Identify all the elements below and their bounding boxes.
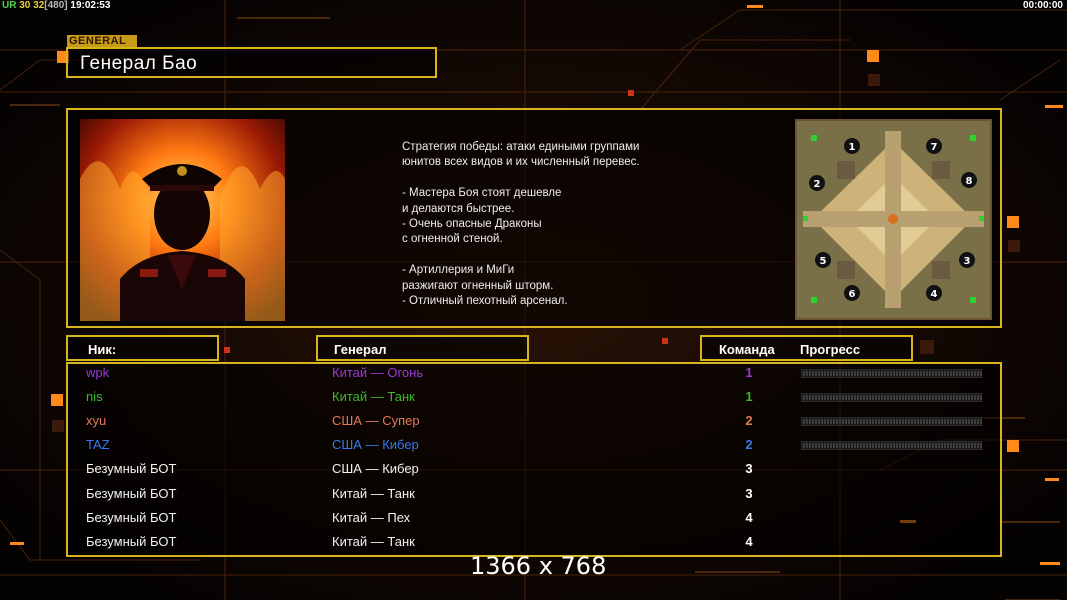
player-row: wpk Китай — Огонь 1 bbox=[66, 365, 1002, 389]
map-slot-3: 3 bbox=[964, 256, 971, 267]
player-general: Китай — Огонь bbox=[332, 365, 424, 380]
player-team: 1 bbox=[745, 365, 753, 380]
player-team: 4 bbox=[745, 509, 753, 525]
map-slot-4: 4 bbox=[931, 289, 938, 300]
player-nick: Безумный БОТ bbox=[86, 461, 177, 477]
player-nick: wpk bbox=[86, 365, 110, 380]
progress-bar bbox=[801, 441, 982, 451]
player-team: 2 bbox=[745, 437, 753, 453]
progress-bar bbox=[801, 393, 982, 403]
hud-stats: UR 30 32[480] 19:02:53 bbox=[2, 0, 110, 11]
player-nick: Безумный БОТ bbox=[86, 509, 177, 525]
player-team: 3 bbox=[745, 461, 753, 477]
player-general: США — Кибер bbox=[332, 461, 419, 477]
header-general: Генерал bbox=[334, 342, 387, 357]
player-row: xyu США — Супер 2 bbox=[66, 413, 1002, 437]
map-slot-7: 7 bbox=[931, 142, 938, 153]
player-team: 2 bbox=[745, 413, 753, 429]
general-portrait bbox=[80, 119, 285, 321]
hud-stat-2: 32 bbox=[30, 0, 45, 11]
hud-stat-3: [480] bbox=[44, 0, 68, 11]
general-info-panel: Стратегия победы: атаки едиными группами… bbox=[66, 108, 1002, 328]
player-nick: Безумный БОТ bbox=[86, 485, 177, 501]
player-row: Безумный БОТ Китай — Танк 3 bbox=[66, 486, 1002, 510]
player-nick: Безумный БОТ bbox=[86, 533, 177, 549]
header-team-progress-box: Команда Прогресс bbox=[700, 335, 913, 361]
map-slot-2: 2 bbox=[814, 179, 821, 190]
general-description: Стратегия победы: атаки едиными группами… bbox=[402, 141, 640, 308]
player-general: Китай — Пех bbox=[332, 509, 411, 525]
player-general: Китай — Танк bbox=[332, 485, 415, 501]
player-team: 1 bbox=[745, 389, 753, 405]
player-team: 3 bbox=[745, 485, 753, 501]
player-nick: TAZ bbox=[86, 437, 110, 453]
header-general-box: Генерал bbox=[316, 335, 529, 361]
map-slot-8: 8 bbox=[966, 176, 973, 187]
player-team: 4 bbox=[745, 533, 753, 549]
player-general: США — Супер bbox=[332, 413, 420, 429]
player-general: Китай — Танк bbox=[332, 533, 415, 549]
map-slot-6: 6 bbox=[849, 289, 856, 300]
progress-bar bbox=[801, 369, 982, 378]
player-general: США — Кибер bbox=[332, 437, 419, 453]
general-title-box: Генерал Бао bbox=[66, 47, 437, 78]
hud-stat-0: UR bbox=[2, 0, 17, 11]
game-timer: 00:00:00 bbox=[1022, 0, 1063, 11]
player-row: Безумный БОТ США — Кибер 3 bbox=[66, 461, 1002, 485]
hud-clock: 19:02:53 bbox=[67, 0, 111, 11]
player-nick: nis bbox=[86, 389, 103, 405]
general-name: Генерал Бао bbox=[80, 53, 198, 74]
header-progress: Прогресс bbox=[800, 342, 861, 357]
map-slot-1: 1 bbox=[849, 142, 856, 153]
header-nick-box: Ник: bbox=[66, 335, 219, 361]
header-nick: Ник: bbox=[88, 342, 117, 357]
map-slot-5: 5 bbox=[820, 256, 827, 267]
player-nick: xyu bbox=[86, 413, 107, 429]
map-preview: 1 2 3 4 5 6 7 8 bbox=[795, 119, 992, 320]
player-general: Китай — Танк bbox=[332, 389, 415, 405]
player-row: Безумный БОТ Китай — Пех 4 bbox=[66, 510, 1002, 534]
hud-stat-1: 30 bbox=[16, 0, 31, 11]
header-team: Команда bbox=[719, 342, 775, 357]
player-row: nis Китай — Танк 1 bbox=[66, 389, 1002, 413]
player-row: TAZ США — Кибер 2 bbox=[66, 437, 1002, 461]
resolution-label: 1366 x 768 bbox=[470, 552, 607, 580]
progress-bar bbox=[801, 417, 982, 427]
